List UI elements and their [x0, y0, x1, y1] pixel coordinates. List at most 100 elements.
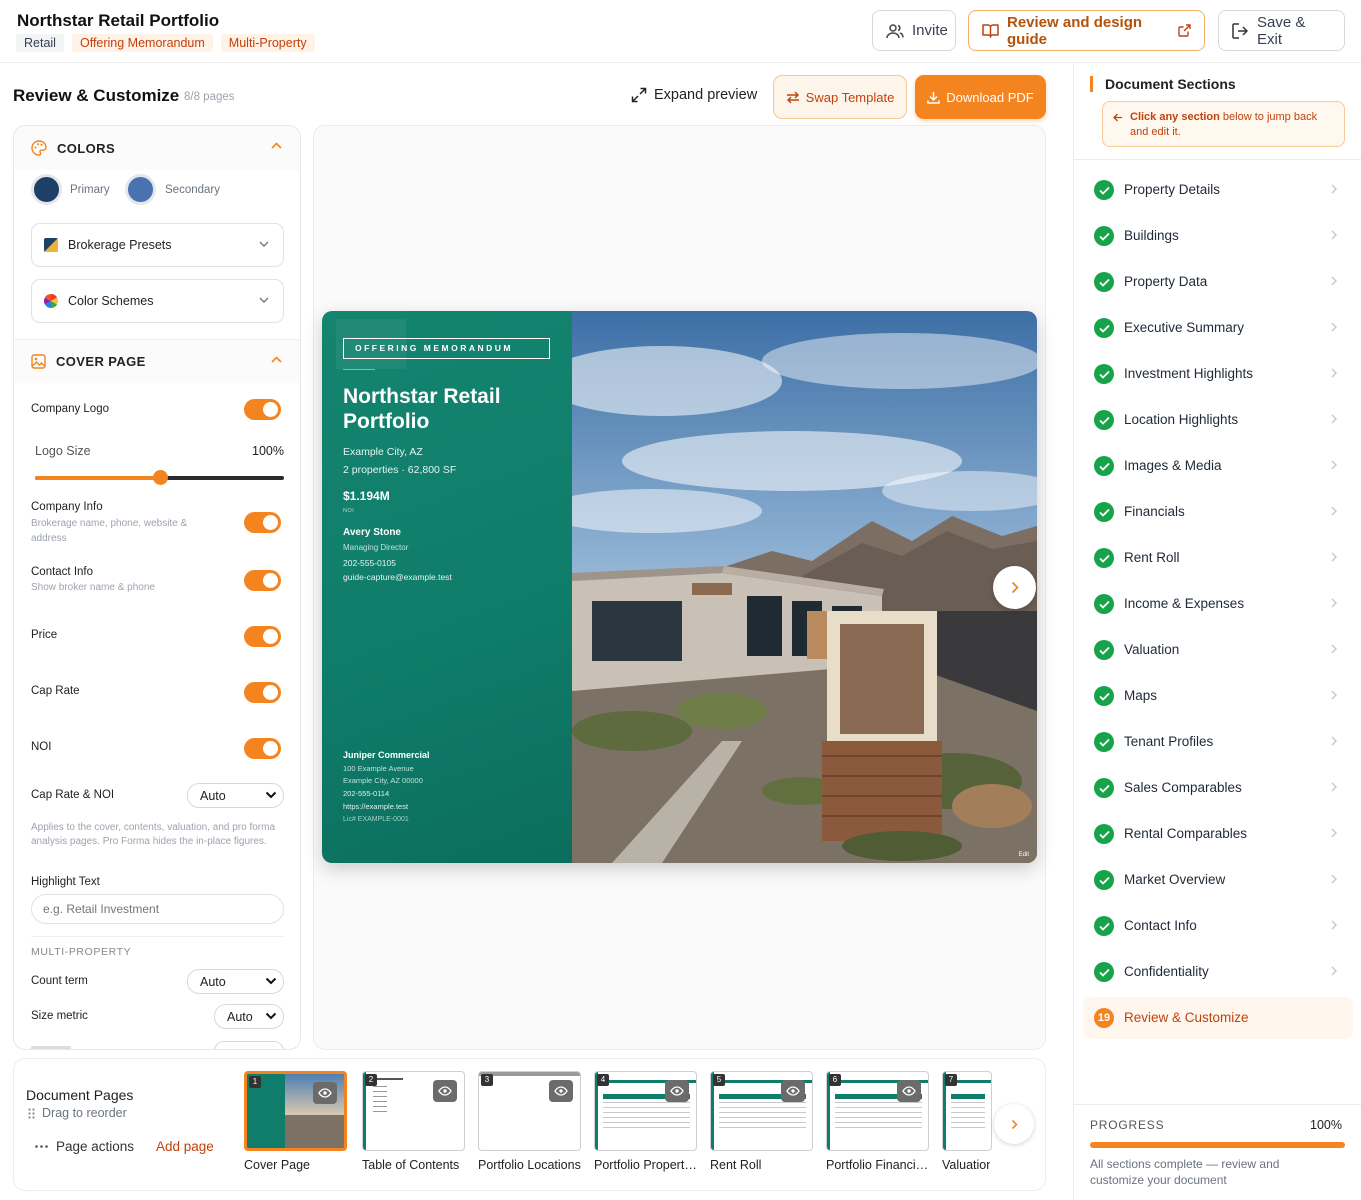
cap-rate-toggle[interactable]: [244, 682, 281, 703]
section-item[interactable]: Maps: [1083, 675, 1353, 717]
page-number-badge: 7: [945, 1074, 957, 1086]
document-title: Northstar Retail Portfolio: [17, 11, 220, 30]
price-toggle[interactable]: [244, 626, 281, 647]
section-item[interactable]: Rent Roll: [1083, 537, 1353, 579]
section-item[interactable]: Property Data: [1083, 261, 1353, 303]
page-number-badge: 4: [597, 1074, 609, 1086]
section-item[interactable]: Investment Highlights: [1083, 353, 1353, 395]
page-actions-button[interactable]: Page actions: [35, 1139, 134, 1154]
secondary-color-swatch[interactable]: [125, 174, 156, 205]
section-item[interactable]: Buildings: [1083, 215, 1353, 257]
section-item[interactable]: Confidentiality: [1083, 951, 1353, 993]
save-exit-button[interactable]: Save & Exit: [1218, 10, 1345, 51]
section-label: Contact Info: [1124, 918, 1197, 933]
guide-label: Review and design guide: [1007, 13, 1143, 48]
contact-info-description: Show broker name & phone: [31, 582, 155, 593]
brokerage-presets-dropdown[interactable]: Brokerage Presets: [31, 223, 284, 267]
check-circle-icon: [1094, 364, 1114, 384]
chevron-down-icon: [259, 297, 269, 303]
highlight-text-label: Highlight Text: [31, 876, 100, 888]
noi-toggle[interactable]: [244, 738, 281, 759]
section-item[interactable]: Market Overview: [1083, 859, 1353, 901]
swap-template-button[interactable]: Swap Template: [773, 75, 907, 119]
more-horizontal-icon: [35, 1145, 48, 1148]
section-item[interactable]: Sales Comparables: [1083, 767, 1353, 809]
broker-phone: 202-555-0105: [343, 558, 396, 568]
section-label: Images & Media: [1124, 458, 1222, 473]
count-term-select[interactable]: Auto: [187, 969, 284, 994]
size-metric-select[interactable]: Auto: [214, 1004, 284, 1029]
preset-swatch-icon: [44, 238, 58, 252]
page-thumbnail[interactable]: 6: [826, 1071, 929, 1151]
expand-preview-button[interactable]: Expand preview: [631, 87, 757, 103]
section-label: Rent Roll: [1124, 550, 1180, 565]
highlight-text-input[interactable]: [31, 894, 284, 924]
progress-value: 100%: [1310, 1118, 1342, 1132]
section-item[interactable]: Location Highlights: [1083, 399, 1353, 441]
colors-section-header[interactable]: COLORS: [14, 126, 300, 170]
cover-page-section-header[interactable]: COVER PAGE: [14, 339, 300, 383]
color-schemes-dropdown[interactable]: Color Schemes: [31, 279, 284, 323]
company-logo-toggle[interactable]: [244, 399, 281, 420]
scroll-pages-right-button[interactable]: [994, 1104, 1034, 1144]
cover-property-photo[interactable]: Edit: [572, 311, 1037, 863]
logo-size-value: 100%: [252, 444, 284, 458]
contact-info-toggle[interactable]: [244, 570, 281, 591]
color-wheel-icon: [44, 294, 58, 308]
invite-button[interactable]: Invite: [872, 10, 956, 51]
section-label: Financials: [1124, 504, 1185, 519]
section-item[interactable]: Executive Summary: [1083, 307, 1353, 349]
add-page-button[interactable]: Add page: [156, 1139, 214, 1154]
section-item[interactable]: Rental Comparables: [1083, 813, 1353, 855]
top-bar: Northstar Retail Portfolio Retail Offeri…: [0, 0, 1361, 63]
chevron-right-icon: [1331, 782, 1337, 792]
chevron-right-icon: [1011, 1119, 1018, 1130]
edit-photo-button[interactable]: Edit: [1019, 852, 1029, 858]
current-step-badge: 19: [1094, 1008, 1114, 1028]
section-item[interactable]: Contact Info: [1083, 905, 1353, 947]
eye-icon[interactable]: [433, 1080, 457, 1102]
review-design-guide-button[interactable]: Review and design guide: [968, 10, 1205, 51]
page-thumbnail[interactable]: 5: [710, 1071, 813, 1151]
section-label: Confidentiality: [1124, 964, 1209, 979]
section-item[interactable]: Images & Media: [1083, 445, 1353, 487]
cap-rate-noi-select[interactable]: Auto: [187, 783, 284, 808]
page-thumbnail[interactable]: 1: [244, 1071, 347, 1151]
section-review-customize[interactable]: 19 Review & Customize: [1083, 997, 1353, 1039]
eye-icon[interactable]: [665, 1080, 689, 1102]
company-info-toggle[interactable]: [244, 512, 281, 533]
page-thumbnail[interactable]: 4: [594, 1071, 697, 1151]
primary-color-swatch[interactable]: [31, 174, 62, 205]
secondary-label: Secondary: [165, 184, 220, 196]
eye-icon[interactable]: [313, 1082, 337, 1104]
firm-name: Juniper Commercial: [343, 750, 430, 760]
cap-rate-noi-note: Applies to the cover, contents, valuatio…: [31, 822, 276, 847]
divider: [1073, 159, 1361, 160]
offering-memorandum-tag: OFFERING MEMORANDUM: [343, 338, 550, 359]
section-item[interactable]: Financials: [1083, 491, 1353, 533]
page-thumbnail[interactable]: 7: [942, 1071, 992, 1151]
tag-offering-memorandum: Offering Memorandum: [71, 34, 213, 52]
section-item[interactable]: Tenant Profiles: [1083, 721, 1353, 763]
cover-info-panel: OFFERING MEMORANDUM Northstar Retail Por…: [322, 311, 572, 863]
page-thumbnail[interactable]: 3: [478, 1071, 581, 1151]
section-item[interactable]: Property Details: [1083, 169, 1353, 211]
slider-handle[interactable]: [152, 470, 168, 485]
page-thumbnail[interactable]: 2: [362, 1071, 465, 1151]
section-item[interactable]: Income & Expenses: [1083, 583, 1353, 625]
progress-bar-fill: [1090, 1142, 1345, 1148]
cover-page-preview[interactable]: OFFERING MEMORANDUM Northstar Retail Por…: [322, 311, 1037, 863]
progress-note: All sections complete — review and custo…: [1090, 1157, 1280, 1187]
next-page-button[interactable]: [993, 566, 1036, 609]
download-pdf-button[interactable]: Download PDF: [915, 75, 1046, 119]
eye-icon[interactable]: [897, 1080, 921, 1102]
eye-icon[interactable]: [549, 1080, 573, 1102]
colors-section-title: COLORS: [57, 140, 116, 156]
section-item[interactable]: Valuation: [1083, 629, 1353, 671]
chevron-right-icon: [1331, 506, 1337, 516]
page-thumbnail-label: Table of Contents: [362, 1158, 460, 1172]
logo-size-slider[interactable]: [35, 470, 284, 485]
check-circle-icon: [1094, 226, 1114, 246]
noi-label: NOI: [31, 741, 52, 753]
eye-icon[interactable]: [781, 1080, 805, 1102]
